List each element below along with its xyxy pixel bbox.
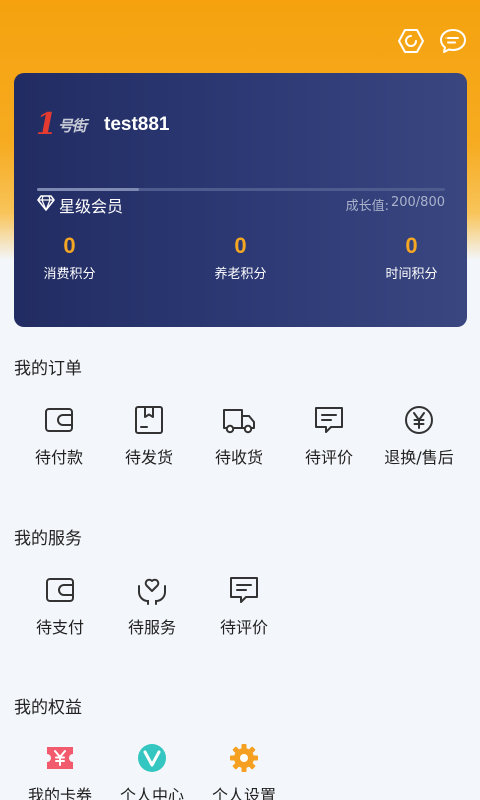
points-consumption[interactable]: 0 消费积分 xyxy=(0,233,155,282)
logo-number: 1 xyxy=(36,107,57,142)
rights-grid: 我的卡券 个人中心 个人设置 xyxy=(14,740,480,800)
points-label: 养老积分 xyxy=(214,267,267,282)
order-after-sales[interactable]: 退换/售后 xyxy=(374,402,464,468)
rights-settings[interactable]: 个人设置 xyxy=(198,740,290,800)
scan-icon[interactable] xyxy=(396,26,426,56)
orders-title: 我的订单 xyxy=(14,359,82,379)
gear-icon xyxy=(226,740,262,776)
services-title: 我的服务 xyxy=(14,529,82,549)
level-name: 星级会员 xyxy=(59,197,124,216)
points-row: 0 消费积分 0 养老积分 0 时间积分 xyxy=(14,233,467,282)
growth-value: 成长值: 200/800 xyxy=(346,195,445,214)
truck-icon xyxy=(221,402,257,438)
member-level: 星级会员 xyxy=(37,193,123,217)
yen-circle-icon xyxy=(401,402,437,438)
growth-number: 200/800 xyxy=(390,195,445,210)
points-value: 0 xyxy=(234,233,247,258)
order-label: 退换/售后 xyxy=(384,448,454,467)
service-label: 待支付 xyxy=(35,618,84,637)
rights-label: 个人中心 xyxy=(119,786,184,800)
order-pending-shipment[interactable]: 待发货 xyxy=(104,402,194,468)
message-icon[interactable] xyxy=(438,26,468,56)
v-circle-icon xyxy=(134,740,170,776)
logo-text: 号街 xyxy=(57,116,87,135)
orders-grid: 待付款 待发货 待收货 待评价 退换/售后 xyxy=(14,402,480,468)
rights-coupons[interactable]: 我的卡券 xyxy=(14,740,106,800)
services-grid: 待支付 待服务 待评价 xyxy=(14,572,480,638)
rights-label: 我的卡券 xyxy=(27,786,92,800)
wallet-icon xyxy=(41,402,77,438)
service-label: 待评价 xyxy=(219,618,268,637)
rights-personal-center[interactable]: 个人中心 xyxy=(106,740,198,800)
order-label: 待评价 xyxy=(304,448,353,467)
points-time[interactable]: 0 时间积分 xyxy=(326,233,480,282)
order-label: 待收货 xyxy=(214,448,263,467)
service-label: 待服务 xyxy=(127,618,176,637)
brand-row: 1 号街 test881 xyxy=(36,107,170,142)
points-label: 消费积分 xyxy=(43,267,96,282)
rights-label: 个人设置 xyxy=(211,786,276,800)
heart-hand-icon xyxy=(134,572,170,608)
member-card[interactable]: 1 号街 test881 星级会员 成长值: 200/800 0 消费积分 0 … xyxy=(14,73,467,327)
points-pension[interactable]: 0 养老积分 xyxy=(155,233,326,282)
diamond-icon xyxy=(37,195,55,215)
growth-progress-bar xyxy=(37,188,445,191)
points-value: 0 xyxy=(63,233,76,258)
order-label: 待发货 xyxy=(124,448,173,467)
growth-progress-fill xyxy=(37,188,139,191)
order-label: 待付款 xyxy=(34,448,83,467)
header-actions xyxy=(396,26,468,56)
order-pending-review[interactable]: 待评价 xyxy=(284,402,374,468)
order-pending-receipt[interactable]: 待收货 xyxy=(194,402,284,468)
comment-icon xyxy=(311,402,347,438)
rights-title: 我的权益 xyxy=(14,698,82,718)
coupon-icon xyxy=(42,740,78,776)
growth-label: 成长值: xyxy=(345,199,389,214)
points-value: 0 xyxy=(405,233,418,258)
service-pending-service[interactable]: 待服务 xyxy=(106,572,198,638)
wallet-icon xyxy=(42,572,78,608)
service-pending-review[interactable]: 待评价 xyxy=(198,572,290,638)
brand-logo: 1 号街 xyxy=(36,107,100,142)
points-label: 时间积分 xyxy=(385,267,438,282)
order-pending-payment[interactable]: 待付款 xyxy=(14,402,104,468)
service-pending-payment[interactable]: 待支付 xyxy=(14,572,106,638)
package-icon xyxy=(131,402,167,438)
username: test881 xyxy=(104,114,170,135)
comment-icon xyxy=(226,572,262,608)
